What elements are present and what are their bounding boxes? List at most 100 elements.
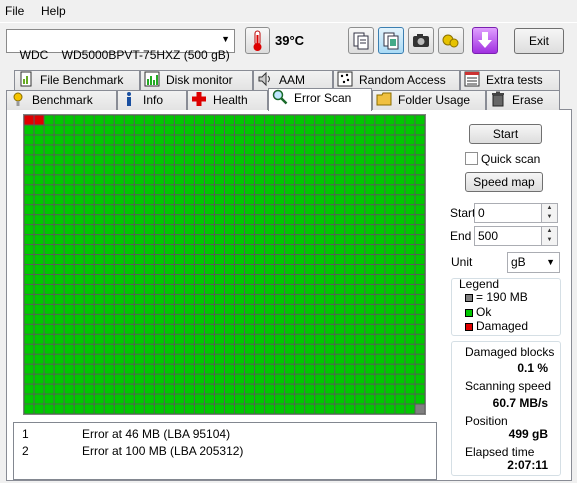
- drive-select[interactable]: WDC WD5000BPVT-75HXZ (500 gB) ▼: [6, 29, 235, 62]
- scan-block-ok: [385, 354, 395, 364]
- scan-block-ok: [104, 115, 114, 125]
- scan-block-ok: [134, 205, 144, 215]
- scan-block-ok: [74, 255, 84, 264]
- scan-block-ok: [34, 155, 44, 165]
- scan-block-ok: [54, 205, 64, 215]
- scan-block-ok: [174, 314, 184, 324]
- scan-block-ok: [34, 384, 44, 394]
- scan-block-ok: [365, 165, 375, 175]
- spin-up-icon[interactable]: ▲: [542, 227, 557, 236]
- scan-block-ok: [305, 235, 315, 245]
- scan-block-ok: [144, 155, 154, 165]
- tab-aam[interactable]: AAM: [253, 70, 333, 90]
- scan-block-ok: [245, 294, 255, 304]
- scan-block-ok: [34, 394, 44, 404]
- temperature-button[interactable]: [245, 27, 270, 54]
- start-input[interactable]: 0: [474, 203, 542, 223]
- tab-random-access[interactable]: Random Access: [333, 70, 460, 90]
- scan-block-ok: [305, 294, 315, 304]
- exit-button[interactable]: Exit: [514, 28, 564, 54]
- scan-block-ok: [184, 185, 194, 195]
- tab-info[interactable]: Info: [117, 90, 187, 110]
- scan-block-ok: [94, 374, 104, 384]
- scan-block-ok: [365, 354, 375, 364]
- speed-map-button[interactable]: Speed map: [465, 172, 543, 192]
- scan-block-ok: [295, 205, 305, 215]
- scan-block-ok: [204, 304, 214, 314]
- scan-block-ok: [225, 225, 235, 235]
- scan-block-ok: [144, 175, 154, 185]
- tab-benchmark[interactable]: Benchmark: [6, 90, 117, 110]
- scan-block-ok: [275, 404, 285, 414]
- scan-block-ok: [345, 195, 355, 205]
- scan-block-ok: [315, 344, 325, 354]
- scan-block-ok: [255, 374, 265, 384]
- scan-block-ok: [365, 225, 375, 235]
- scan-block-ok: [345, 284, 355, 294]
- scan-block-ok: [114, 274, 124, 284]
- scan-block-ok: [335, 165, 345, 175]
- scan-block-ok: [345, 115, 355, 125]
- scan-block-ok: [295, 334, 305, 344]
- scan-block-ok: [385, 364, 395, 374]
- spin-up-icon[interactable]: ▲: [542, 204, 557, 213]
- scan-block-ok: [385, 284, 395, 294]
- log-row-number: 2: [22, 444, 29, 458]
- tab-label: AAM: [279, 73, 306, 87]
- scan-block-ok: [395, 195, 405, 205]
- tab-health[interactable]: Health: [187, 90, 268, 110]
- scan-block-ok: [124, 394, 134, 404]
- scan-block-ok: [415, 265, 425, 274]
- scan-block-ok: [124, 274, 134, 284]
- scan-block-ok: [124, 205, 134, 215]
- scan-block-ok: [144, 364, 154, 374]
- scan-block-ok: [54, 354, 64, 364]
- scan-block-ok: [124, 354, 134, 364]
- scan-block-ok: [194, 185, 204, 195]
- end-spinner[interactable]: ▲ ▼: [542, 226, 558, 246]
- tab-extra-tests[interactable]: Extra tests: [460, 70, 560, 90]
- scan-block-ok: [204, 165, 214, 175]
- tab-file-benchmark[interactable]: File Benchmark: [14, 70, 140, 90]
- copy-image-button[interactable]: [378, 27, 404, 54]
- tab-error-scan[interactable]: Error Scan: [268, 88, 372, 111]
- scan-block-ok: [355, 175, 365, 185]
- start-spinner[interactable]: ▲ ▼: [542, 203, 558, 223]
- spin-down-icon[interactable]: ▼: [542, 213, 557, 222]
- options-button[interactable]: [438, 27, 464, 54]
- screenshot-button[interactable]: [408, 27, 434, 54]
- position-label: Position: [465, 414, 508, 428]
- scan-block-ok: [415, 354, 425, 364]
- end-input[interactable]: 500: [474, 226, 542, 246]
- tab-disk-monitor[interactable]: Disk monitor: [140, 70, 253, 90]
- scan-block-ok: [134, 324, 144, 334]
- scan-block-ok: [295, 324, 305, 334]
- scan-block-ok: [385, 324, 395, 334]
- scan-block-ok: [295, 284, 305, 294]
- scan-block-ok: [174, 354, 184, 364]
- scan-block-ok: [204, 394, 214, 404]
- start-scan-button[interactable]: Start: [469, 124, 542, 144]
- scan-block-ok: [114, 225, 124, 235]
- scan-block-ok: [385, 135, 395, 145]
- copy-text-button[interactable]: [348, 27, 374, 54]
- unit-select[interactable]: gB ▼: [507, 252, 560, 273]
- scan-block-ok: [104, 274, 114, 284]
- menu-file[interactable]: File: [5, 4, 24, 18]
- scan-block-ok: [114, 245, 124, 255]
- scan-block-ok: [54, 274, 64, 284]
- scan-block-ok: [104, 344, 114, 354]
- scan-block-ok: [395, 235, 405, 245]
- download-button[interactable]: [472, 27, 498, 54]
- scan-block-ok: [335, 225, 345, 235]
- scan-block-ok: [295, 364, 305, 374]
- scan-block-ok: [235, 245, 245, 255]
- scan-block-ok: [164, 284, 174, 294]
- tab-folder-usage[interactable]: Folder Usage: [372, 90, 486, 110]
- menu-help[interactable]: Help: [41, 4, 66, 18]
- tab-erase[interactable]: Erase: [486, 90, 560, 110]
- error-log-list[interactable]: 1 Error at 46 MB (LBA 95104) 2 Error at …: [13, 422, 437, 480]
- spin-down-icon[interactable]: ▼: [542, 236, 557, 245]
- quick-scan-checkbox[interactable]: [465, 152, 478, 165]
- scan-block-ok: [134, 115, 144, 125]
